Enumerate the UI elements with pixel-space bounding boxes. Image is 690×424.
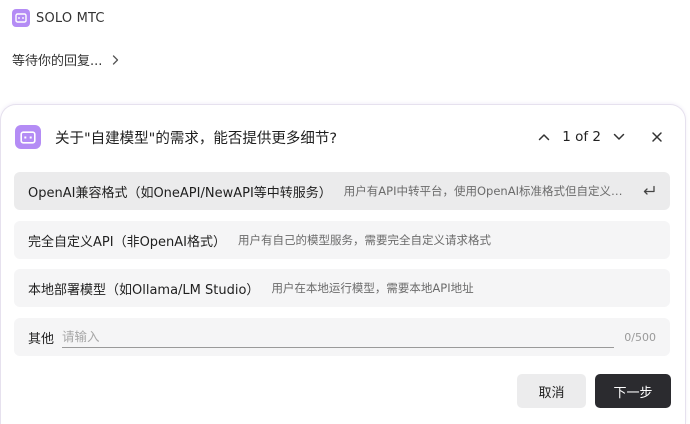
chevron-right-icon bbox=[112, 54, 122, 66]
option-local-model[interactable]: 本地部署模型（如Ollama/LM Studio） 用户在本地运行模型，需要本地… bbox=[14, 269, 670, 307]
option-label: OpenAI兼容格式（如OneAPI/NewAPI等中转服务） bbox=[28, 185, 332, 201]
question-dialog: 关于"自建模型"的需求，能否提供更多细节? 1 of 2 OpenAI兼容格式（… bbox=[0, 104, 686, 424]
pager-text: 1 of 2 bbox=[562, 129, 601, 145]
terminal-box-icon bbox=[15, 125, 41, 149]
dialog-header: 关于"自建模型"的需求，能否提供更多细节? 1 of 2 bbox=[15, 123, 671, 151]
pager: 1 of 2 bbox=[536, 129, 627, 145]
waiting-text: 等待你的回复... bbox=[12, 54, 103, 69]
char-count: 0/500 bbox=[624, 330, 656, 344]
close-icon[interactable] bbox=[649, 129, 665, 145]
enter-key-icon bbox=[642, 184, 656, 198]
option-description: 用户有自己的模型服务，需要完全自定义请求格式 bbox=[238, 233, 492, 247]
next-button[interactable]: 下一步 bbox=[595, 374, 671, 408]
cancel-button[interactable]: 取消 bbox=[517, 374, 586, 408]
app-header: SOLO MTC bbox=[12, 8, 105, 28]
waiting-status[interactable]: 等待你的回复... bbox=[12, 50, 122, 69]
dialog-title: 关于"自建模型"的需求，能否提供更多细节? bbox=[55, 130, 338, 147]
chevron-down-icon[interactable] bbox=[611, 129, 627, 145]
other-input-wrapper bbox=[62, 326, 615, 348]
option-label: 本地部署模型（如Ollama/LM Studio） bbox=[28, 282, 260, 298]
other-option-row: 其他 0/500 bbox=[14, 318, 670, 356]
option-description: 用户在本地运行模型，需要本地API地址 bbox=[271, 281, 474, 295]
option-fully-custom-api[interactable]: 完全自定义API（非OpenAI格式） 用户有自己的模型服务，需要完全自定义请求… bbox=[14, 221, 670, 259]
option-description: 用户有API中转平台，使用OpenAI标准格式但自定义端点 bbox=[343, 184, 632, 198]
app-name: SOLO MTC bbox=[36, 10, 105, 26]
chevron-up-icon[interactable] bbox=[536, 129, 552, 145]
terminal-box-icon bbox=[12, 9, 30, 27]
other-input[interactable] bbox=[62, 329, 615, 344]
option-label: 完全自定义API（非OpenAI格式） bbox=[28, 234, 227, 250]
other-label: 其他 bbox=[28, 331, 55, 347]
option-openai-compatible[interactable]: OpenAI兼容格式（如OneAPI/NewAPI等中转服务） 用户有API中转… bbox=[14, 172, 670, 210]
